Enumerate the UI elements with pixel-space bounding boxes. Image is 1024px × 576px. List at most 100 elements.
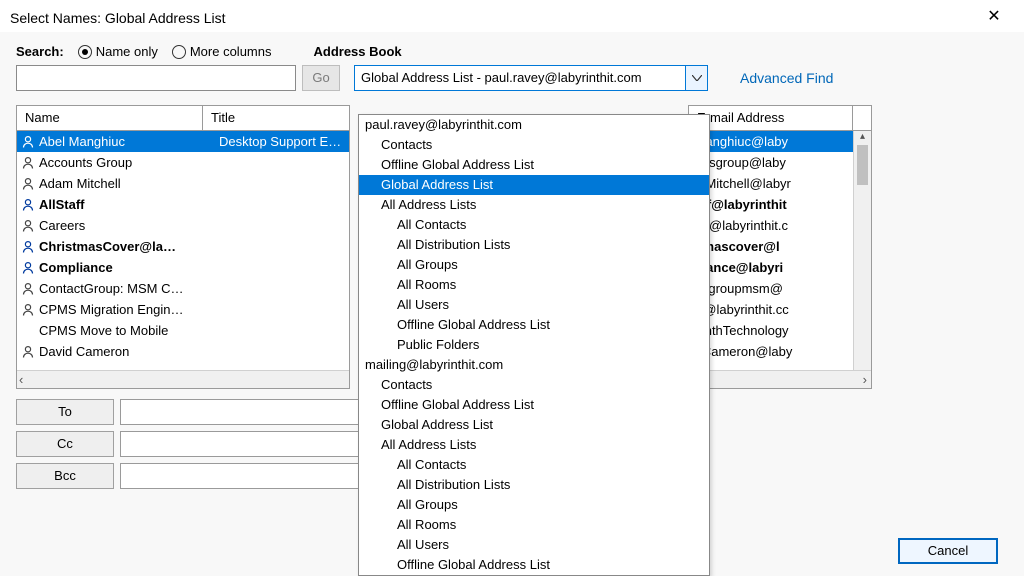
bcc-button[interactable]: Bcc: [16, 463, 114, 489]
dropdown-item[interactable]: Global Address List: [359, 415, 709, 435]
dropdown-item[interactable]: All Distribution Lists: [359, 235, 709, 255]
email-cell[interactable]: d Cameron@laby: [689, 341, 853, 362]
address-book-combo: Global Address List - paul.ravey@labyrin…: [354, 65, 708, 91]
person-icon: [21, 219, 35, 233]
dropdown-item[interactable]: Public Folders: [359, 335, 709, 355]
scroll-right-icon[interactable]: ›: [863, 372, 867, 387]
entry-name: CPMS Migration Engin…: [39, 302, 219, 317]
person-icon: [21, 156, 35, 170]
dropdown-item[interactable]: All Contacts: [359, 215, 709, 235]
entry-name: David Cameron: [39, 344, 219, 359]
address-book-dropdown-list[interactable]: paul.ravey@labyrinthit.comContactsOfflin…: [358, 114, 710, 576]
dropdown-item[interactable]: All Groups: [359, 255, 709, 275]
person-icon: [21, 261, 35, 275]
column-header-name[interactable]: Name: [16, 105, 202, 131]
dropdown-item[interactable]: All Address Lists: [359, 195, 709, 215]
results-list[interactable]: Abel ManghiucDesktop Support E…Accounts …: [17, 131, 349, 365]
close-button[interactable]: ✕: [974, 6, 1014, 26]
dialog-title: Select Names: Global Address List: [10, 6, 226, 26]
dropdown-item[interactable]: All Rooms: [359, 275, 709, 295]
horizontal-scrollbar[interactable]: ‹: [17, 370, 349, 388]
dropdown-item[interactable]: Contacts: [359, 375, 709, 395]
cc-button[interactable]: Cc: [16, 431, 114, 457]
scroll-up-icon[interactable]: ▴: [854, 131, 871, 142]
horizontal-scrollbar-right[interactable]: ›: [689, 370, 871, 388]
dropdown-item[interactable]: Offline Global Address List: [359, 395, 709, 415]
column-header-email[interactable]: E-mail Address: [688, 105, 852, 131]
column-header-title[interactable]: Title: [202, 105, 350, 131]
dropdown-item[interactable]: All Users: [359, 535, 709, 555]
entry-title: Desktop Support E…: [219, 134, 341, 149]
entry-name: Abel Manghiuc: [39, 134, 219, 149]
email-cell[interactable]: m.Mitchell@labyr: [689, 173, 853, 194]
radio-more-columns[interactable]: More columns: [172, 44, 272, 59]
vertical-scrollbar[interactable]: ▴: [853, 131, 871, 370]
table-row[interactable]: Careers: [17, 215, 349, 236]
person-icon: [21, 198, 35, 212]
dropdown-item[interactable]: Offline Global Address List: [359, 555, 709, 575]
address-book-dropdown-button[interactable]: [686, 65, 708, 91]
go-button[interactable]: Go: [302, 65, 340, 91]
controls-row: Go Global Address List - paul.ravey@laby…: [16, 65, 1008, 91]
table-row[interactable]: Accounts Group: [17, 152, 349, 173]
column-header-blank: [852, 105, 872, 131]
dropdown-item[interactable]: mailing@labyrinthit.com: [359, 355, 709, 375]
entry-name: Careers: [39, 218, 219, 233]
email-cell[interactable]: yrinthTechnology: [689, 320, 853, 341]
dropdown-item[interactable]: All Contacts: [359, 455, 709, 475]
person-icon: [21, 282, 35, 296]
entry-name: AllStaff: [39, 197, 219, 212]
email-list[interactable]: .Manghiuc@labyuntsgroup@labym.Mitchell@l…: [689, 131, 853, 365]
dropdown-item[interactable]: paul.ravey@labyrinthit.com: [359, 115, 709, 135]
table-row[interactable]: ChristmasCover@la…: [17, 236, 349, 257]
results-left: Abel ManghiucDesktop Support E…Accounts …: [16, 131, 350, 389]
dropdown-item[interactable]: All Distribution Lists: [359, 475, 709, 495]
search-input[interactable]: [16, 65, 296, 91]
table-row[interactable]: David Cameron: [17, 341, 349, 362]
dropdown-item[interactable]: All Rooms: [359, 515, 709, 535]
radio-name-only[interactable]: Name only: [78, 44, 158, 59]
email-cell[interactable]: pliance@labyri: [689, 257, 853, 278]
radio-name-only-label: Name only: [96, 44, 158, 59]
email-cell[interactable]: untsgroup@laby: [689, 152, 853, 173]
titlebar: Select Names: Global Address List ✕: [0, 0, 1024, 32]
results-right: .Manghiuc@labyuntsgroup@labym.Mitchell@l…: [688, 131, 872, 389]
dropdown-item[interactable]: Offline Global Address List: [359, 155, 709, 175]
person-icon: [21, 177, 35, 191]
dropdown-item[interactable]: All Groups: [359, 495, 709, 515]
table-row[interactable]: Abel ManghiucDesktop Support E…: [17, 131, 349, 152]
cancel-button[interactable]: Cancel: [898, 538, 998, 564]
to-button[interactable]: To: [16, 399, 114, 425]
table-row[interactable]: Compliance: [17, 257, 349, 278]
email-cell[interactable]: IS@labyrinthit.cc: [689, 299, 853, 320]
scrollbar-thumb[interactable]: [857, 145, 868, 185]
address-book-selected[interactable]: Global Address List - paul.ravey@labyrin…: [354, 65, 686, 91]
radio-icon: [78, 45, 92, 59]
chevron-down-icon: [692, 75, 702, 81]
entry-name: Compliance: [39, 260, 219, 275]
entry-name: ContactGroup: MSM C…: [39, 281, 219, 296]
dropdown-item[interactable]: All Address Lists: [359, 435, 709, 455]
address-book-label: Address Book: [313, 44, 401, 59]
dropdown-item[interactable]: All Users: [359, 295, 709, 315]
person-icon: [21, 240, 35, 254]
dropdown-item[interactable]: Offline Global Address List: [359, 315, 709, 335]
email-cell[interactable]: stmascover@l: [689, 236, 853, 257]
dropdown-item[interactable]: Global Address List: [359, 175, 709, 195]
table-row[interactable]: AllStaff: [17, 194, 349, 215]
radio-more-columns-label: More columns: [190, 44, 272, 59]
table-row[interactable]: Adam Mitchell: [17, 173, 349, 194]
person-icon: [21, 345, 35, 359]
table-row[interactable]: ContactGroup: MSM C…: [17, 278, 349, 299]
email-cell[interactable]: actgroupmsm@: [689, 278, 853, 299]
dropdown-item[interactable]: Contacts: [359, 135, 709, 155]
table-row[interactable]: CPMS Move to Mobile: [17, 320, 349, 341]
person-icon: [21, 135, 35, 149]
select-names-dialog: Select Names: Global Address List ✕ Sear…: [0, 0, 1024, 576]
advanced-find-link[interactable]: Advanced Find: [740, 70, 833, 86]
email-cell[interactable]: ers@labyrinthit.c: [689, 215, 853, 236]
table-row[interactable]: CPMS Migration Engin…: [17, 299, 349, 320]
email-cell[interactable]: taff@labyrinthit: [689, 194, 853, 215]
scroll-left-icon[interactable]: ‹: [19, 372, 23, 387]
email-cell[interactable]: .Manghiuc@laby: [689, 131, 853, 152]
